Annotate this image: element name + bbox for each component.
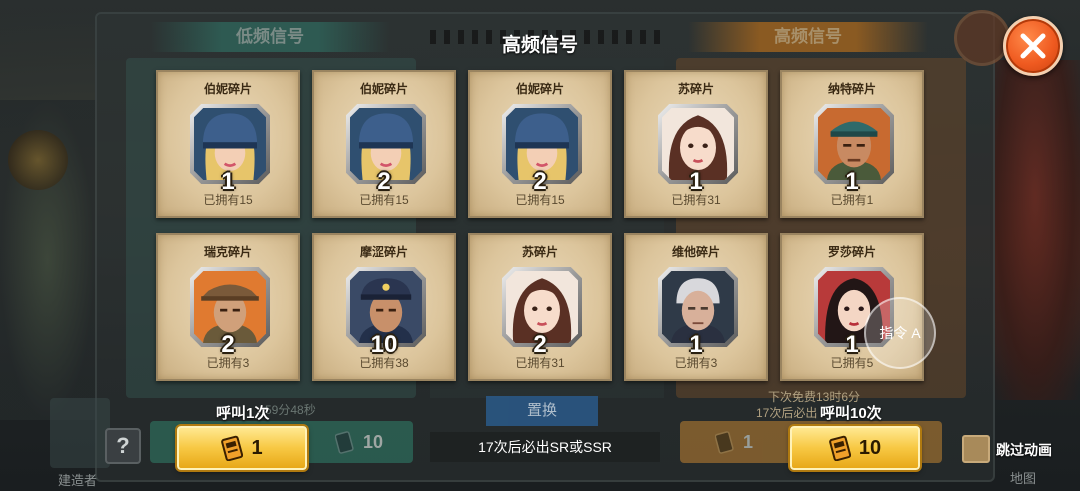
owned-count: 已拥有31 bbox=[515, 356, 565, 370]
background-call-count: 1 bbox=[743, 431, 754, 452]
call-ten-label: 呼叫10次 bbox=[820, 405, 882, 422]
call-once-label: 呼叫1次 bbox=[216, 405, 270, 422]
owned-count: 已拥有3 bbox=[674, 356, 718, 370]
owned-count: 已拥有1 bbox=[830, 193, 874, 207]
skip-animation-checkbox[interactable] bbox=[962, 435, 990, 463]
card-name: 伯妮碎片 bbox=[515, 82, 564, 96]
background-right-art bbox=[990, 60, 1080, 400]
skip-animation-label: 跳过动画 bbox=[996, 442, 1052, 458]
close-button[interactable] bbox=[1003, 16, 1063, 76]
reward-card[interactable]: 伯妮碎片 2 已拥有15 bbox=[312, 70, 456, 218]
card-name: 瑞克碎片 bbox=[203, 245, 252, 259]
background-timer: 59分48秒 bbox=[265, 403, 316, 417]
signal-card-icon bbox=[221, 435, 244, 461]
owned-count: 已拥有15 bbox=[515, 193, 565, 207]
call-ten-cost: 10 bbox=[858, 436, 882, 459]
background-map-label: 地图 bbox=[1010, 471, 1037, 486]
background-close-icon bbox=[954, 10, 1010, 66]
signal-card-icon bbox=[715, 431, 734, 454]
card-name: 苏碎片 bbox=[521, 245, 558, 259]
background-tab-high-frequency: 高频信号 bbox=[688, 22, 928, 52]
background-call-count: 10 bbox=[362, 431, 383, 452]
replace-button: 置换 bbox=[486, 396, 598, 426]
guarantee-notice: 17次后必出SR或SSR bbox=[430, 432, 660, 462]
owned-count: 已拥有15 bbox=[203, 193, 253, 207]
card-name: 伯妮碎片 bbox=[359, 82, 408, 96]
reward-card[interactable]: 摩涩碎片 10 已拥有38 bbox=[312, 233, 456, 381]
background-build-label: 建造者 bbox=[58, 473, 98, 488]
reward-card[interactable]: 伯妮碎片 1 已拥有15 bbox=[156, 70, 300, 218]
call-once-button[interactable]: 1 bbox=[177, 426, 307, 470]
reward-card[interactable]: 维他碎片 1 已拥有3 bbox=[624, 233, 768, 381]
owned-count: 已拥有3 bbox=[206, 356, 250, 370]
reward-card[interactable]: 纳特碎片 1 已拥有1 bbox=[780, 70, 924, 218]
background-build-icon bbox=[50, 398, 110, 468]
signal-card-icon bbox=[334, 431, 354, 454]
dialog-title: 高频信号 bbox=[501, 35, 578, 56]
reward-card[interactable]: 瑞克碎片 2 已拥有3 bbox=[156, 233, 300, 381]
background-tab-low-frequency: 低频信号 bbox=[150, 22, 390, 52]
card-name: 纳特碎片 bbox=[827, 82, 876, 96]
reward-card[interactable]: 苏碎片 1 已拥有31 bbox=[624, 70, 768, 218]
command-a-button[interactable]: 指令 A bbox=[864, 297, 936, 369]
card-name: 伯妮碎片 bbox=[203, 82, 252, 96]
help-button[interactable]: ? bbox=[105, 428, 141, 464]
reward-card[interactable]: 伯妮碎片 2 已拥有15 bbox=[468, 70, 612, 218]
reward-card[interactable]: 苏碎片 2 已拥有31 bbox=[468, 233, 612, 381]
owned-count: 已拥有31 bbox=[671, 193, 721, 207]
card-name: 苏碎片 bbox=[677, 82, 714, 96]
owned-count: 已拥有38 bbox=[359, 356, 409, 370]
call-once-cost: 1 bbox=[251, 436, 263, 459]
card-name: 罗莎碎片 bbox=[827, 245, 876, 259]
background-guarantee-hint: 17次后必出 bbox=[756, 406, 818, 420]
card-name: 维他碎片 bbox=[671, 245, 720, 259]
background-side-icon bbox=[8, 130, 68, 190]
card-name: 摩涩碎片 bbox=[359, 245, 408, 259]
signal-card-icon bbox=[829, 435, 851, 461]
call-ten-button[interactable]: 10 bbox=[790, 426, 920, 470]
owned-count: 已拥有15 bbox=[359, 193, 409, 207]
close-x-icon bbox=[1020, 33, 1046, 59]
